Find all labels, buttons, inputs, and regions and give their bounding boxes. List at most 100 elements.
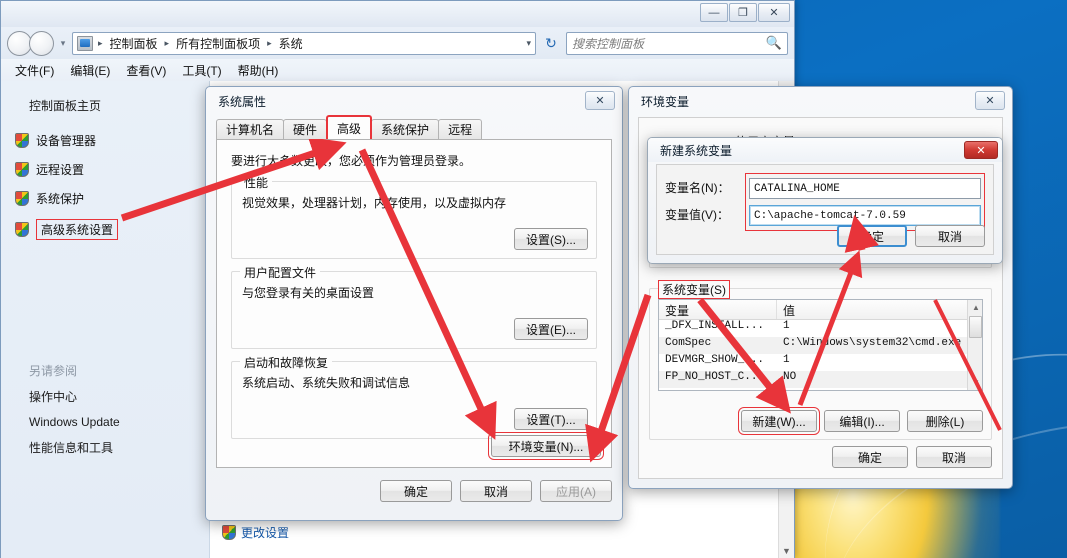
variable-name: FP_NO_HOST_C... (665, 371, 765, 383)
cancel-button[interactable]: 取消 (460, 480, 532, 502)
change-settings-link[interactable]: 更改设置 (222, 524, 289, 541)
nav-buttons (7, 30, 54, 56)
performance-description: 视觉效果，处理器计划，内存使用，以及虚拟内存 (242, 196, 507, 210)
menu-tools[interactable]: 工具(T) (182, 62, 221, 79)
breadcrumb-item-0[interactable]: 控制面板 (108, 35, 160, 52)
new-system-variable-titlebar: 新建系统变量 ✕ (648, 138, 1002, 162)
control-panel-icon (77, 35, 93, 51)
user-profiles-description: 与您登录有关的桌面设置 (242, 286, 375, 300)
listview-header: 变量 值 (659, 300, 982, 320)
column-header-variable: 变量 (659, 300, 777, 319)
window-controls: — ❐ ✕ (700, 3, 790, 22)
sidebar-link-action-center[interactable]: 操作中心 (29, 383, 209, 410)
chevron-down-icon[interactable]: ▾ (522, 38, 531, 49)
close-icon[interactable]: ✕ (964, 141, 998, 159)
search-placeholder: 搜索控制面板 (572, 36, 645, 51)
user-profiles-legend: 用户配置文件 (240, 264, 321, 281)
environment-variables-footer: 确定 取消 (832, 446, 992, 468)
delete-variable-button[interactable]: 删除(L) (907, 410, 983, 432)
close-button[interactable]: ✕ (758, 3, 790, 22)
variable-value-label: 变量值(V)： (665, 208, 729, 222)
sidebar-link-windows-update[interactable]: Windows Update (29, 410, 209, 434)
sidebar-item-remote-settings[interactable]: 远程设置 (1, 155, 209, 184)
variable-fields-highlight: CATALINA_HOME C:\apache-tomcat-7.0.59 (745, 173, 985, 231)
user-profiles-settings-button[interactable]: 设置(E)... (514, 318, 588, 340)
startup-recovery-group: 启动和故障恢复 系统启动、系统失败和调试信息 设置(T)... (231, 354, 597, 439)
tab-hardware[interactable]: 硬件 (283, 119, 328, 139)
recent-pages-icon[interactable]: ▾ (58, 38, 68, 49)
variable-value: 1 (783, 354, 790, 366)
minimize-button[interactable]: — (700, 3, 728, 22)
scrollbar-thumb[interactable] (969, 316, 982, 338)
chevron-down-icon[interactable]: ▼ (782, 546, 791, 556)
breadcrumb-sep-icon: ▸ (267, 37, 272, 48)
system-variables-legend: 系统变量(S) (658, 280, 730, 299)
variable-name-input[interactable]: CATALINA_HOME (749, 178, 981, 199)
shield-icon (15, 162, 29, 177)
shield-icon (222, 525, 236, 540)
sidebar-item-label: 设备管理器 (36, 134, 97, 148)
breadcrumb-sep-icon: ▸ (98, 37, 103, 48)
startup-recovery-settings-button[interactable]: 设置(T)... (514, 408, 588, 430)
close-icon[interactable]: ✕ (585, 91, 615, 110)
ok-button[interactable]: 确定 (837, 225, 907, 247)
menu-view[interactable]: 查看(V) (126, 62, 166, 79)
system-properties-title: 系统属性 (218, 94, 267, 109)
environment-variables-titlebar: 环境变量 ✕ (629, 87, 1012, 115)
new-system-variable-fields: 变量名(N)： 变量值(V)： CATALINA_HOME C:\apache-… (665, 173, 985, 231)
cancel-button[interactable]: 取消 (916, 446, 992, 468)
menu-file[interactable]: 文件(F) (15, 62, 54, 79)
breadcrumb-sep-icon: ▸ (164, 37, 170, 48)
close-icon[interactable]: ✕ (975, 91, 1005, 110)
sidebar-item-advanced-system-settings[interactable]: 高级系统设置 (1, 213, 209, 246)
new-variable-button[interactable]: 新建(W)... (738, 407, 820, 435)
edit-variable-button[interactable]: 编辑(I)... (824, 410, 900, 432)
tab-computer-name[interactable]: 计算机名 (216, 119, 285, 139)
variable-value: NO (783, 371, 797, 383)
tab-remote[interactable]: 远程 (438, 119, 483, 139)
control-panel-navbar: ▾ ▸ 控制面板 ▸ 所有控制面板项 ▸ 系统 ▾ ↻ 搜索控制面板 🔍 (1, 27, 794, 59)
new-system-variable-dialog: 新建系统变量 ✕ 变量名(N)： 变量值(V)： CATALINA_HOME C… (647, 137, 1003, 264)
table-row[interactable]: ComSpec C:\Windows\system32\cmd.exe (659, 337, 982, 354)
sidebar-item-label: 系统保护 (36, 192, 85, 206)
ok-button[interactable]: 确定 (832, 446, 908, 468)
variable-value-input[interactable]: C:\apache-tomcat-7.0.59 (749, 205, 981, 226)
apply-button[interactable]: 应用(A) (540, 480, 612, 502)
search-input[interactable]: 搜索控制面板 🔍 (566, 31, 788, 55)
menu-edit[interactable]: 编辑(E) (70, 62, 110, 79)
new-system-variable-buttons: 确定 取消 (837, 225, 985, 247)
shield-icon (15, 133, 29, 148)
breadcrumb-item-1[interactable]: 所有控制面板项 (174, 35, 262, 52)
tab-system-protection[interactable]: 系统保护 (371, 119, 440, 139)
sidebar-item-device-manager[interactable]: 设备管理器 (1, 126, 209, 155)
sidebar-link-performance-info[interactable]: 性能信息和工具 (29, 434, 209, 461)
sidebar-home-link[interactable]: 控制面板主页 (1, 91, 209, 126)
ok-button[interactable]: 确定 (380, 480, 452, 502)
refresh-icon[interactable]: ↻ (540, 32, 562, 55)
listview-scrollbar[interactable]: ▲ ▼ (967, 300, 982, 390)
admin-note: 要进行大多数更改，您必须作为管理员登录。 (231, 154, 472, 168)
system-variables-listview[interactable]: 变量 值 _DFX_INSTALL... 1 ComSpec C:\Window… (658, 299, 983, 391)
menu-help[interactable]: 帮助(H) (238, 62, 279, 79)
table-row[interactable]: DEVMGR_SHOW_... 1 (659, 354, 982, 371)
maximize-button[interactable]: ❐ (729, 3, 757, 22)
table-row[interactable]: FP_NO_HOST_C... NO (659, 371, 982, 388)
tab-advanced[interactable]: 高级 (326, 115, 373, 139)
variable-name: ComSpec (665, 337, 712, 349)
environment-variables-button[interactable]: 环境变量(N)... (488, 432, 604, 460)
sidebar-item-label: 高级系统设置 (36, 219, 119, 240)
system-properties-dialog: 系统属性 ✕ 计算机名 硬件 高级 系统保护 远程 要进行大多数更改，您必须作为… (205, 86, 623, 521)
column-header-value: 值 (783, 304, 796, 318)
variable-value: 1 (783, 320, 790, 332)
breadcrumb-item-2[interactable]: 系统 (277, 35, 305, 52)
performance-settings-button[interactable]: 设置(S)... (514, 228, 588, 250)
sidebar-item-system-protection[interactable]: 系统保护 (1, 184, 209, 213)
system-properties-tabs: 计算机名 硬件 高级 系统保护 远程 (216, 115, 612, 139)
address-bar[interactable]: ▸ 控制面板 ▸ 所有控制面板项 ▸ 系统 ▾ (72, 31, 536, 55)
shield-icon (15, 191, 29, 206)
chevron-up-icon[interactable]: ▲ (972, 303, 980, 312)
table-row[interactable]: _DFX_INSTALL... 1 (659, 320, 982, 337)
cancel-button[interactable]: 取消 (915, 225, 985, 247)
chevron-down-icon[interactable]: ▼ (972, 378, 980, 387)
forward-button[interactable] (29, 30, 54, 56)
